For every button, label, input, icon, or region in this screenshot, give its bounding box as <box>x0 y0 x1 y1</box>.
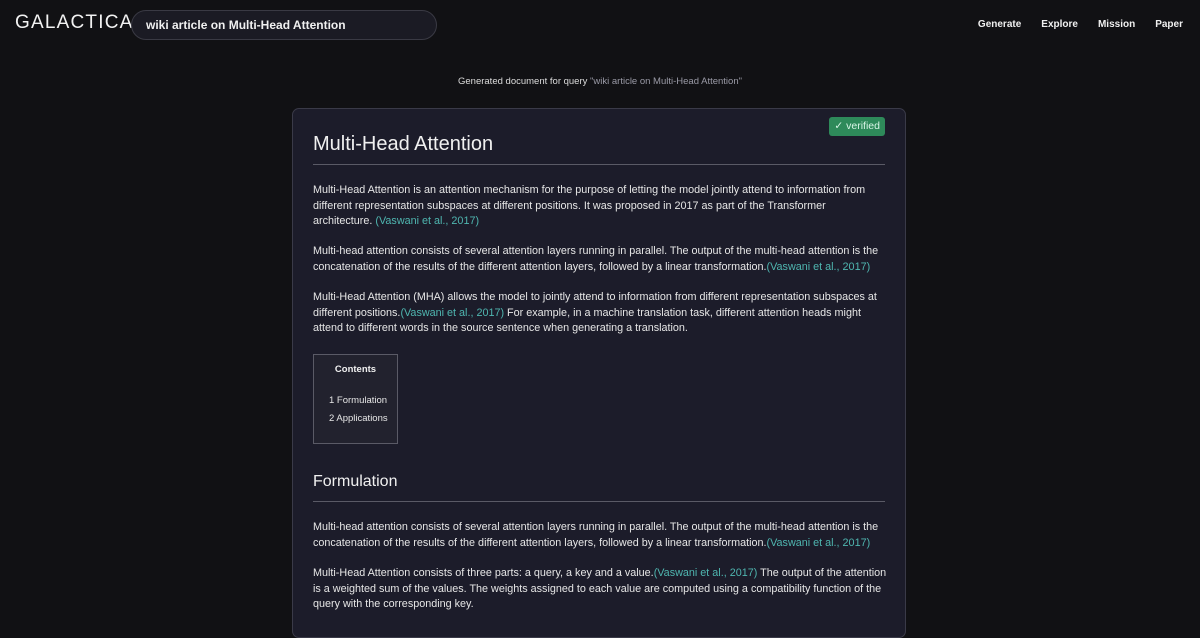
citation-link[interactable]: (Vaswani et al., 2017) <box>400 307 504 319</box>
toc-item-formulation[interactable]: 1 Formulation <box>329 395 387 406</box>
citation-link[interactable]: (Vaswani et al., 2017) <box>654 567 758 579</box>
toc-item-applications[interactable]: 2 Applications <box>329 413 388 424</box>
nav-paper[interactable]: Paper <box>1155 19 1183 30</box>
nav-generate[interactable]: Generate <box>978 19 1021 30</box>
toc-title: Contents <box>334 364 377 375</box>
verified-badge: ✓ verified <box>829 117 885 136</box>
title-divider <box>313 164 885 165</box>
nav-mission[interactable]: Mission <box>1098 19 1135 30</box>
nav-explore[interactable]: Explore <box>1041 19 1078 30</box>
section-title-formulation: Formulation <box>313 473 398 490</box>
intro-paragraph-2: Multi-head attention consists of several… <box>313 244 887 275</box>
citation-link[interactable]: (Vaswani et al., 2017) <box>767 537 871 549</box>
intro-paragraph-1: Multi-Head Attention is an attention mec… <box>313 183 887 230</box>
query-description: Generated document for query "wiki artic… <box>0 76 1200 87</box>
paragraph-text: Multi-Head Attention consists of three p… <box>313 567 654 579</box>
query-text: "wiki article on Multi-Head Attention" <box>590 76 742 87</box>
table-of-contents: Contents 1 Formulation 2 Applications <box>313 354 398 444</box>
search-input[interactable] <box>131 10 437 40</box>
page-title: Multi-Head Attention <box>313 133 494 155</box>
main-nav: Generate Explore Mission Paper <box>978 19 1183 30</box>
citation-link[interactable]: (Vaswani et al., 2017) <box>767 261 871 273</box>
galactica-logo[interactable]: GALACTICA <box>15 12 134 34</box>
top-bar: GALACTICA Generate Explore Mission Paper <box>0 0 1200 50</box>
generated-document: ✓ verified Multi-Head Attention Multi-He… <box>292 108 906 638</box>
section-divider <box>313 501 885 502</box>
formulation-paragraph-2: Multi-Head Attention consists of three p… <box>313 566 887 613</box>
intro-paragraph-3: Multi-Head Attention (MHA) allows the mo… <box>313 290 887 337</box>
citation-link[interactable]: (Vaswani et al., 2017) <box>375 215 479 227</box>
query-prefix: Generated document for query <box>458 76 591 87</box>
formulation-paragraph-1: Multi-head attention consists of several… <box>313 520 887 551</box>
